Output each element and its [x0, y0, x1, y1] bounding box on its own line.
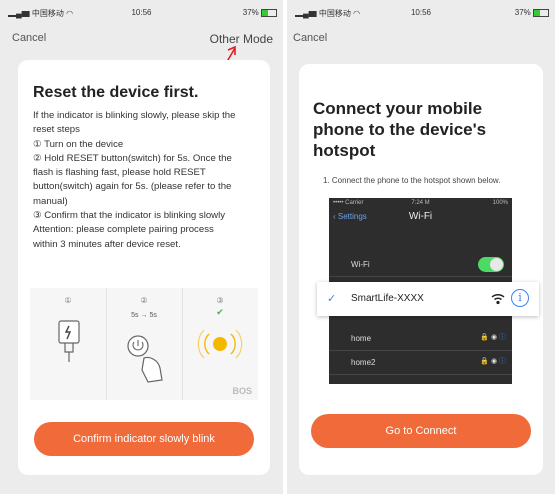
- left-phone-screen: ▂▄▆ 中国移动 ◠ 10:56 37% Cancel Other Mode R…: [0, 0, 283, 494]
- info-icon[interactable]: ⓘ: [499, 358, 506, 365]
- instruction-text: 1. Connect the phone to the hotspot show…: [323, 176, 501, 185]
- step-hold-reset: ② 5s → 5s: [106, 288, 183, 400]
- battery-icon: [533, 8, 549, 17]
- lock-icon: 🔒: [480, 358, 489, 365]
- blinking-indicator-icon: [197, 329, 243, 359]
- battery-percent: 37%: [242, 8, 259, 17]
- info-icon[interactable]: ⓘ: [499, 334, 506, 341]
- lock-icon: 🔒: [480, 334, 489, 341]
- wifi-signal-icon: ◉: [490, 334, 498, 341]
- selected-network-row[interactable]: ✓ SmartLife-XXXX i: [317, 282, 539, 316]
- network-row[interactable]: home2 🔒 ◉ ⓘ: [329, 350, 512, 375]
- step-power-on: ①: [30, 288, 107, 400]
- instruction-line: flash is flashing fast, please hold RESE…: [33, 167, 206, 179]
- page-title: Reset the device first.: [33, 84, 199, 101]
- go-to-connect-button[interactable]: Go to Connect: [311, 414, 531, 448]
- clock: 10:56: [131, 8, 152, 17]
- reset-instructions-card: Reset the device first. If the indicator…: [18, 60, 270, 475]
- mini-status-bar: ••••• Carrier 7:24 M 100%: [333, 200, 508, 206]
- instruction-line: ③ Confirm that the indicator is blinking…: [33, 210, 226, 222]
- battery-percent: 37%: [514, 8, 531, 17]
- instruction-line: ① Turn on the device: [33, 138, 124, 150]
- cancel-button[interactable]: Cancel: [12, 32, 46, 44]
- instruction-line: manual): [33, 195, 68, 207]
- plug-icon: [58, 320, 80, 362]
- wifi-screen-title: Wi-Fi: [408, 211, 433, 222]
- selected-network-name: SmartLife-XXXX: [351, 293, 424, 304]
- wifi-toggle[interactable]: [478, 257, 504, 272]
- cancel-button[interactable]: Cancel: [293, 32, 327, 44]
- confirm-slow-blink-button[interactable]: Confirm indicator slowly blink: [34, 422, 254, 456]
- instruction-line: button(switch) again for 5s. (please ref…: [33, 181, 232, 193]
- reset-illustration: ① ② 5s → 5s ③ ✔ BOS: [30, 288, 258, 400]
- status-bar: ▂▄▆ 中国移动 ◠ 10:56 37%: [287, 6, 555, 20]
- timing-label: 5s → 5s: [131, 312, 157, 319]
- press-button-hand-icon: [127, 335, 163, 383]
- info-icon[interactable]: i: [511, 289, 529, 307]
- instruction-line: within 3 minutes after device reset.: [33, 238, 181, 250]
- wifi-signal-icon: [491, 293, 505, 305]
- instruction-line: If the indicator is blinking slowly, ple…: [33, 110, 236, 121]
- instruction-line: Attention: please complete pairing proce…: [33, 224, 214, 236]
- step-confirm-blink: ③ ✔ BOS: [182, 288, 258, 400]
- instruction-line: ② Hold RESET button(switch) for 5s. Once…: [33, 152, 232, 164]
- wifi-toggle-row: Wi-Fi: [329, 254, 512, 277]
- hotspot-instructions-card: Connect your mobile phone to the device'…: [299, 64, 543, 475]
- battery-icon: [261, 8, 277, 17]
- stamp-logo: BOS: [232, 386, 252, 396]
- page-title: Connect your mobile phone to the device'…: [313, 99, 487, 160]
- right-phone-screen: ▂▄▆ 中国移动 ◠ 10:56 37% Cancel Connect your…: [287, 0, 555, 494]
- network-row[interactable]: home 🔒 ◉ ⓘ: [329, 326, 512, 351]
- checkmark-icon: ✓: [327, 293, 337, 305]
- instruction-text: If the indicator is blinking slowly, ple…: [33, 109, 263, 252]
- instruction-line: reset steps: [33, 124, 80, 136]
- wifi-signal-icon: ◉: [490, 358, 498, 365]
- status-bar: ▂▄▆ 中国移动 ◠ 10:56 37%: [0, 6, 283, 20]
- check-icon: ✔: [216, 307, 224, 317]
